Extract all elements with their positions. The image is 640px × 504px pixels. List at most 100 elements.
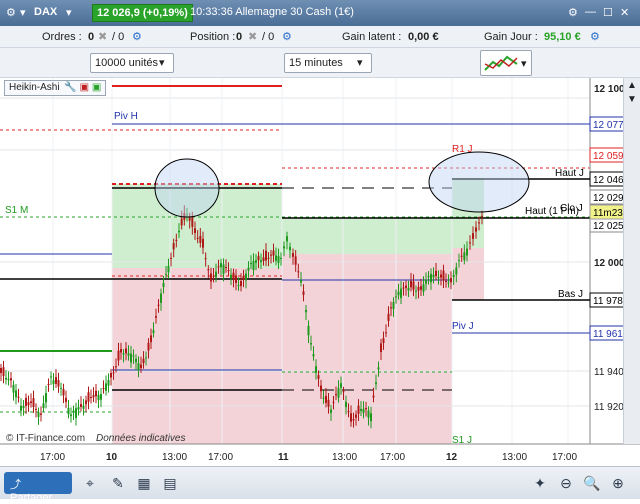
zone-green-day2 — [282, 218, 452, 254]
candle-body — [50, 376, 52, 378]
period-select[interactable]: 15 minutes ▾ — [284, 53, 372, 73]
gear-icon[interactable]: ⚙ — [132, 30, 142, 43]
time-tick-label: 17:00 — [552, 452, 577, 463]
zoom-out-icon[interactable]: ⊖ — [556, 473, 576, 493]
candle-body — [380, 343, 382, 353]
candle-body — [125, 348, 127, 354]
r1-j-label: R1 J — [452, 144, 473, 155]
time-tick-label: 17:00 — [208, 452, 233, 463]
candle-body — [85, 400, 87, 405]
candle-body — [437, 277, 440, 279]
minimize-icon[interactable]: — — [585, 6, 596, 18]
latent-gain-value: 0,00 € — [408, 31, 439, 43]
candle-body — [435, 270, 437, 276]
candle-body — [302, 291, 305, 295]
chart-type-button[interactable]: ▾ — [480, 50, 532, 76]
cancel-icon[interactable]: ✖ — [248, 30, 257, 43]
candle-body — [22, 405, 25, 409]
chevron-down-icon: ▾ — [159, 57, 165, 69]
s1-m-label: S1 M — [5, 205, 28, 216]
share-button[interactable]: ⤴ Partager — [4, 472, 72, 504]
candle-body — [385, 332, 387, 334]
grid-icon[interactable]: ▦ — [134, 473, 154, 493]
table-icon[interactable]: ▤ — [160, 473, 180, 493]
scroll-up-icon[interactable]: ▲ — [627, 80, 637, 91]
piv-h-label: Piv H — [114, 111, 138, 122]
bas-j-label: Bas J — [558, 289, 583, 300]
candle-body — [157, 304, 160, 306]
candle-body — [90, 397, 92, 399]
candle-body — [300, 280, 302, 283]
position-total: / 0 — [262, 31, 275, 43]
candle-body — [417, 287, 420, 291]
candle-body — [178, 230, 180, 233]
maximize-icon[interactable]: ☐ — [603, 6, 613, 19]
settings-icon[interactable]: ⚙ — [568, 6, 578, 19]
candle-body — [204, 258, 207, 260]
gear-icon[interactable]: ⚙ — [6, 6, 16, 19]
close-icon[interactable]: ✕ — [620, 6, 629, 19]
candle-body — [307, 325, 310, 336]
candle-body — [194, 228, 196, 233]
candle-body — [20, 405, 22, 411]
candle-body — [352, 419, 355, 421]
candle-body — [317, 375, 320, 379]
candle-body — [260, 260, 262, 263]
candle-body — [402, 287, 405, 289]
wrench-icon[interactable]: 🔧 — [64, 82, 76, 93]
gear-icon[interactable]: ⚙ — [590, 30, 600, 43]
candle-body — [188, 217, 191, 221]
cursor-icon[interactable]: ⌖ — [80, 473, 100, 493]
candle-body — [430, 273, 432, 283]
candle-body — [217, 266, 220, 268]
candle-body — [347, 411, 350, 413]
vertical-scrollbar[interactable]: ▲ ▼ — [623, 78, 640, 444]
candle-body — [387, 313, 390, 321]
candle-body — [57, 379, 60, 387]
remove-icon[interactable]: ▣ — [80, 82, 89, 93]
candle-body — [335, 394, 337, 396]
candle-body — [452, 274, 455, 278]
candle-body — [112, 372, 115, 374]
price-chart[interactable]: 12 10012 00011 94011 92012 077,812 059,9… — [0, 78, 640, 466]
candle-body — [237, 285, 240, 287]
annotation-ellipse[interactable] — [154, 158, 220, 218]
candle-body — [97, 394, 100, 401]
annotation-ellipse[interactable] — [428, 151, 530, 213]
indicator-tag[interactable]: Heikin-Ashi 🔧 ▣ ▣ — [4, 80, 107, 96]
chevron-down-icon[interactable]: ▾ — [20, 6, 26, 19]
candle-body — [70, 414, 72, 417]
candle-body — [252, 260, 255, 271]
gear-icon[interactable]: ⚙ — [282, 30, 292, 43]
candle-body — [395, 296, 397, 298]
candle-body — [412, 281, 415, 290]
candle-body — [250, 263, 252, 265]
orders-label: Ordres : — [42, 31, 82, 43]
scroll-down-icon[interactable]: ▼ — [627, 94, 637, 105]
candle-body — [232, 272, 235, 280]
candle-body — [145, 357, 147, 359]
candle-body — [165, 273, 167, 275]
candle-body — [15, 390, 17, 398]
candle-body — [475, 227, 477, 232]
cancel-icon[interactable]: ✖ — [98, 30, 107, 43]
add-icon[interactable]: ▣ — [92, 82, 101, 93]
candle-body — [390, 307, 392, 309]
chevron-down-icon[interactable]: ▾ — [66, 6, 72, 19]
search-icon[interactable]: 🔍 — [582, 473, 602, 493]
candle-body — [7, 379, 10, 381]
candle-body — [272, 250, 275, 256]
candle-body — [360, 408, 362, 411]
chart-area[interactable]: 12 100 12 000 11 940 11 920 12 077,8 12 059,9… — [0, 78, 640, 466]
zoom-in-icon[interactable]: ⊕ — [608, 473, 628, 493]
candle-body — [365, 408, 367, 410]
time-tick-label: 13:00 — [162, 452, 187, 463]
candle-body — [95, 390, 97, 397]
draw-tools-icon[interactable]: ✎ — [108, 473, 128, 493]
indicator-icon[interactable]: ✦ — [530, 473, 550, 493]
candle-body — [247, 267, 250, 271]
candle-body — [342, 391, 345, 393]
candle-body — [442, 270, 445, 281]
units-select[interactable]: 10000 unités ▾ — [90, 53, 174, 73]
disclaimer-text: Données indicatives — [96, 433, 186, 444]
